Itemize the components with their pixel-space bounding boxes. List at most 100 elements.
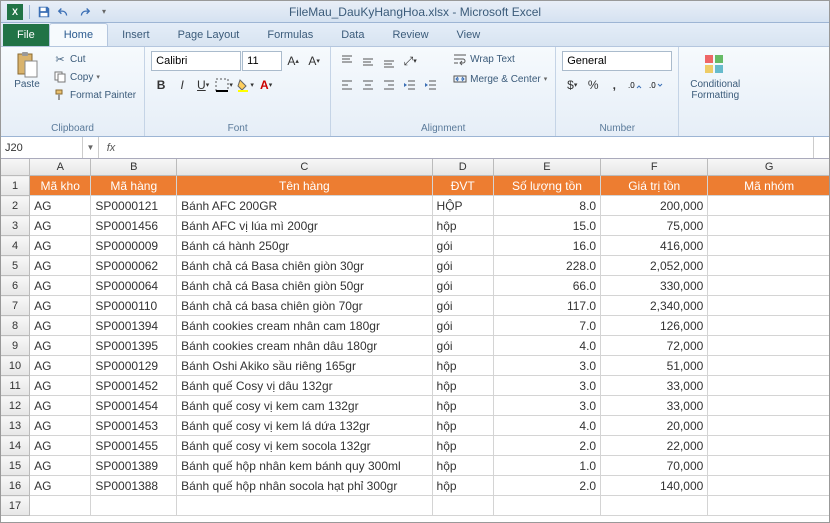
cell[interactable]: SP0001394 — [91, 316, 177, 336]
cell[interactable]: SP0001454 — [91, 396, 177, 416]
cell[interactable]: 22,000 — [601, 436, 708, 456]
align-left-icon[interactable] — [337, 75, 357, 95]
cell[interactable] — [708, 216, 829, 236]
row-header[interactable]: 11 — [1, 376, 30, 396]
cell[interactable]: hộp — [432, 456, 493, 476]
cell[interactable]: AG — [30, 276, 91, 296]
cell[interactable]: Bánh chả cá Basa chiên giòn 30gr — [177, 256, 432, 276]
cell[interactable]: Bánh quế cosy vị kem socola 132gr — [177, 436, 432, 456]
name-box[interactable]: J20 — [1, 137, 83, 158]
cell[interactable]: 33,000 — [601, 376, 708, 396]
cell[interactable]: AG — [30, 296, 91, 316]
cell[interactable] — [708, 376, 829, 396]
expand-formula-bar-icon[interactable] — [813, 137, 829, 158]
increase-indent-icon[interactable] — [421, 75, 441, 95]
column-header[interactable]: F — [601, 159, 708, 176]
cell[interactable]: 416,000 — [601, 236, 708, 256]
cell[interactable] — [708, 476, 829, 496]
cell[interactable]: 51,000 — [601, 356, 708, 376]
cell[interactable]: 3.0 — [493, 356, 600, 376]
row-header[interactable]: 13 — [1, 416, 30, 436]
cell[interactable]: 8.0 — [493, 196, 600, 216]
redo-icon[interactable] — [76, 4, 92, 20]
cell[interactable]: SP0000129 — [91, 356, 177, 376]
cell[interactable]: 4.0 — [493, 336, 600, 356]
increase-font-icon[interactable]: A▴ — [283, 51, 303, 71]
cell[interactable] — [708, 236, 829, 256]
cell[interactable]: AG — [30, 336, 91, 356]
column-header[interactable]: B — [91, 159, 177, 176]
cell[interactable]: hộp — [432, 376, 493, 396]
cell[interactable]: SP0000009 — [91, 236, 177, 256]
cell[interactable]: 16.0 — [493, 236, 600, 256]
row-header[interactable]: 10 — [1, 356, 30, 376]
cell[interactable]: HỘP — [432, 196, 493, 216]
cell[interactable]: Bánh quế Cosy vị dâu 132gr — [177, 376, 432, 396]
row-header[interactable]: 7 — [1, 296, 30, 316]
cell[interactable]: hộp — [432, 356, 493, 376]
row-header[interactable]: 14 — [1, 436, 30, 456]
row-header[interactable]: 6 — [1, 276, 30, 296]
cell[interactable] — [30, 496, 91, 516]
tab-view[interactable]: View — [443, 24, 495, 46]
row-header[interactable]: 17 — [1, 496, 30, 516]
row-header[interactable]: 12 — [1, 396, 30, 416]
tab-page-layout[interactable]: Page Layout — [164, 24, 254, 46]
cell[interactable]: 117.0 — [493, 296, 600, 316]
comma-icon[interactable]: , — [604, 75, 624, 95]
align-center-icon[interactable] — [358, 75, 378, 95]
align-bottom-icon[interactable] — [379, 51, 399, 71]
cell[interactable]: Bánh quế hộp nhân kem bánh quy 300ml — [177, 456, 432, 476]
cell[interactable]: hộp — [432, 396, 493, 416]
cell[interactable] — [177, 496, 432, 516]
cell[interactable]: hộp — [432, 416, 493, 436]
column-header[interactable]: C — [177, 159, 432, 176]
cell[interactable]: gói — [432, 316, 493, 336]
row-header[interactable]: 16 — [1, 476, 30, 496]
cell[interactable]: SP0001452 — [91, 376, 177, 396]
fx-button[interactable]: fx — [99, 142, 123, 154]
font-size-select[interactable] — [242, 51, 282, 71]
column-header[interactable]: E — [493, 159, 600, 176]
underline-button[interactable]: U▾ — [193, 75, 213, 95]
fill-color-button[interactable]: ▾ — [235, 75, 255, 95]
cell[interactable]: 2,340,000 — [601, 296, 708, 316]
cell[interactable] — [708, 336, 829, 356]
cell[interactable]: Bánh cookies cream nhân cam 180gr — [177, 316, 432, 336]
bold-button[interactable]: B — [151, 75, 171, 95]
row-header[interactable]: 8 — [1, 316, 30, 336]
cell[interactable]: 33,000 — [601, 396, 708, 416]
column-header[interactable]: D — [432, 159, 493, 176]
cell[interactable]: AG — [30, 216, 91, 236]
row-header[interactable]: 15 — [1, 456, 30, 476]
cell[interactable]: 66.0 — [493, 276, 600, 296]
decrease-decimal-icon[interactable]: .0 — [646, 75, 666, 95]
cell[interactable]: hộp — [432, 476, 493, 496]
cell[interactable]: 1.0 — [493, 456, 600, 476]
conditional-formatting-button[interactable]: Conditional Formatting — [685, 51, 745, 103]
cell[interactable] — [432, 496, 493, 516]
font-name-select[interactable] — [151, 51, 241, 71]
cell[interactable]: SP0001395 — [91, 336, 177, 356]
cell[interactable]: AG — [30, 236, 91, 256]
cell[interactable]: 2.0 — [493, 436, 600, 456]
cell[interactable]: 200,000 — [601, 196, 708, 216]
row-header[interactable]: 4 — [1, 236, 30, 256]
cell[interactable]: 15.0 — [493, 216, 600, 236]
name-box-dropdown-icon[interactable]: ▼ — [83, 137, 99, 158]
cell[interactable]: AG — [30, 196, 91, 216]
cell[interactable] — [708, 416, 829, 436]
formula-input[interactable] — [123, 137, 813, 158]
cell[interactable]: Bánh quế cosy vị kem cam 132gr — [177, 396, 432, 416]
cell[interactable]: SP0000110 — [91, 296, 177, 316]
row-header[interactable]: 5 — [1, 256, 30, 276]
cell[interactable]: Bánh AFC vị lúa mì 200gr — [177, 216, 432, 236]
tab-data[interactable]: Data — [327, 24, 378, 46]
cell[interactable]: 20,000 — [601, 416, 708, 436]
cell[interactable] — [91, 496, 177, 516]
cell[interactable]: SP0001388 — [91, 476, 177, 496]
column-header[interactable]: A — [30, 159, 91, 176]
row-header[interactable]: 2 — [1, 196, 30, 216]
cell[interactable] — [708, 456, 829, 476]
merge-center-button[interactable]: Merge & Center ▾ — [451, 71, 549, 87]
